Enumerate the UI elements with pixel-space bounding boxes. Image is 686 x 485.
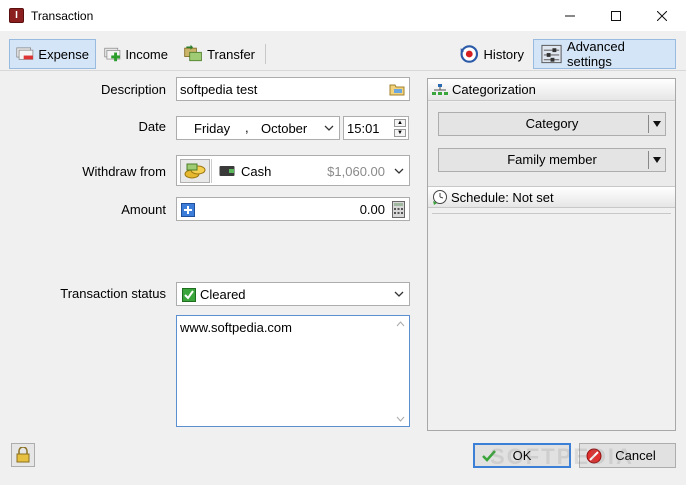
cancel-label: Cancel (615, 448, 656, 463)
window-title: Transaction (31, 9, 94, 23)
advanced-settings-label: Advanced settings (567, 39, 625, 69)
notes-scrollbar[interactable] (393, 316, 409, 426)
amount-value: 0.00 (359, 202, 385, 217)
category-dropdown[interactable]: Category (438, 112, 666, 136)
maximize-button[interactable] (593, 0, 639, 31)
date-separator: , (245, 120, 249, 135)
toolbar-separator (265, 44, 266, 64)
account-select[interactable]: Cash $1,060.00 (176, 155, 410, 186)
scroll-down-icon[interactable] (396, 416, 405, 422)
history-label: History (483, 46, 524, 62)
expense-tab[interactable]: Expense (9, 39, 96, 69)
tree-icon (432, 83, 448, 95)
lock-button[interactable] (11, 443, 35, 467)
ok-button[interactable]: OK (473, 443, 571, 468)
advanced-settings-icon (541, 44, 562, 64)
minimize-icon (565, 15, 575, 16)
cancel-icon (586, 448, 602, 464)
chevron-down-icon (324, 125, 334, 131)
income-tab[interactable]: Income (97, 39, 175, 69)
description-label: Description (100, 82, 166, 97)
status-select[interactable]: Cleared (176, 282, 410, 306)
transfer-tab[interactable]: Transfer (176, 39, 262, 69)
close-icon (657, 10, 667, 21)
schedule-label: Schedule: Not set (451, 189, 554, 205)
close-button[interactable] (639, 0, 685, 31)
income-icon (104, 47, 121, 62)
lock-icon (16, 447, 30, 463)
description-value: softpedia test (180, 81, 258, 97)
plus-icon[interactable] (181, 203, 195, 217)
checkmark-icon (482, 450, 496, 462)
categorization-header[interactable]: Categorization (428, 79, 675, 101)
spin-up-icon[interactable]: ▲ (394, 119, 406, 127)
history-button[interactable]: History (452, 39, 531, 69)
schedule-header[interactable]: Schedule: Not set (428, 186, 675, 208)
time-spinner[interactable]: ▲ ▼ (394, 119, 406, 137)
advanced-settings-button[interactable]: Advanced settings (533, 39, 676, 69)
date-picker[interactable]: Friday , October (176, 116, 340, 140)
status-label: Transaction status (60, 286, 166, 301)
notes-textarea[interactable]: www.softpedia.com (176, 315, 410, 427)
categorization-label: Categorization (452, 82, 536, 97)
account-picker-button[interactable] (180, 159, 210, 183)
status-value: Cleared (200, 287, 246, 302)
folder-icon[interactable] (389, 82, 405, 96)
ok-label: OK (512, 448, 532, 463)
toolbar-divider (0, 70, 686, 71)
clock-icon (433, 190, 447, 205)
dropdown-arrow-icon (653, 121, 661, 127)
history-icon (460, 45, 479, 63)
transfer-icon (184, 44, 202, 62)
checkmark-icon (182, 288, 196, 302)
date-month: October (261, 121, 308, 136)
description-field[interactable]: softpedia test (176, 77, 410, 101)
cancel-button[interactable]: Cancel (579, 443, 676, 468)
time-field[interactable]: 15:01 ▲ ▼ (343, 116, 409, 140)
time-value: 15:01 (347, 120, 380, 136)
amount-label: Amount (121, 202, 166, 217)
account-name: Cash (241, 164, 272, 179)
minimize-button[interactable] (547, 0, 593, 31)
withdraw-label: Withdraw from (82, 164, 166, 179)
category-label: Category (525, 116, 579, 131)
app-icon: I (9, 8, 24, 23)
amount-field[interactable]: 0.00 (176, 197, 410, 221)
dropdown-arrow-icon (653, 157, 661, 163)
scroll-up-icon[interactable] (396, 321, 405, 327)
expense-icon (16, 47, 34, 60)
transfer-label: Transfer (207, 46, 255, 62)
chevron-down-icon (394, 168, 404, 174)
date-label: Date (138, 119, 166, 134)
spin-down-icon[interactable]: ▼ (394, 129, 406, 137)
income-label: Income (125, 46, 168, 62)
chevron-down-icon (394, 291, 404, 297)
calculator-icon[interactable] (392, 201, 405, 218)
notes-value: www.softpedia.com (180, 320, 292, 335)
family-member-dropdown[interactable]: Family member (438, 148, 666, 172)
toolbar: Expense Income Transfer History Advanced… (0, 38, 686, 70)
side-panel: Categorization Category Family member Sc… (427, 78, 676, 431)
expense-label: Expense (38, 46, 89, 62)
family-member-label: Family member (507, 152, 597, 167)
wallet-icon (219, 166, 235, 176)
date-day: Friday (194, 121, 231, 136)
account-balance: $1,060.00 (327, 164, 385, 179)
maximize-icon (611, 10, 621, 21)
coins-icon (184, 163, 206, 179)
title-bar: I Transaction (0, 0, 686, 31)
